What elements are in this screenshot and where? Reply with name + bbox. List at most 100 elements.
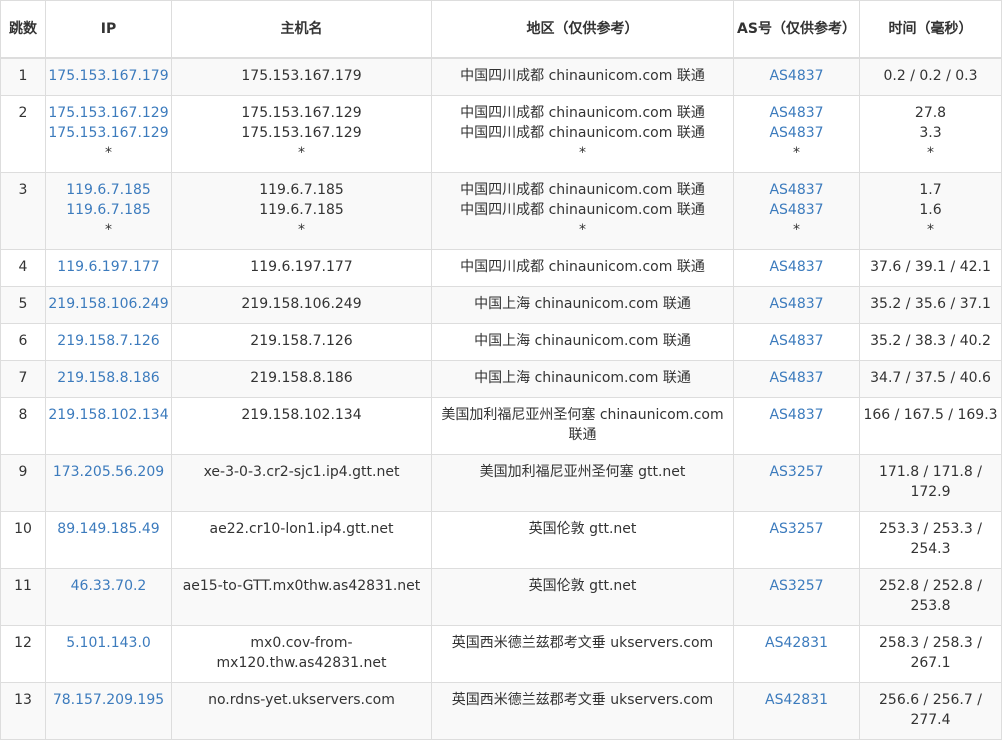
time-value: 35.2 / 35.6 / 37.1	[870, 295, 991, 312]
ip-cell: 219.158.7.126	[45, 322, 172, 361]
host-value: 219.158.102.134	[241, 406, 362, 423]
table-row: 3 119.6.7.185 119.6.7.185 * 119.6.7.185 119.6…	[0, 171, 1002, 250]
time-cell: 252.8 / 252.8 / 253.8	[859, 567, 1002, 626]
host-value: no.rdns-yet.ukservers.com	[208, 691, 395, 708]
ip-cell: 89.149.185.49	[45, 510, 172, 569]
hostname-cell: mx0.cov-from-mx120.thw.as42831.net	[171, 624, 432, 683]
ip-link[interactable]: 119.6.7.185	[48, 200, 169, 220]
host-value: 175.153.167.129	[241, 124, 362, 141]
hostname-cell: no.rdns-yet.ukservers.com	[171, 681, 432, 740]
table-row: 8 219.158.102.134 219.158.102.134 美国加利福尼亚州圣…	[0, 396, 1002, 455]
asn-link[interactable]: AS4837	[736, 405, 857, 425]
ip-link[interactable]: 119.6.197.177	[48, 257, 169, 277]
ip-cell: 175.153.167.179	[45, 57, 172, 96]
region-cell: 美国加利福尼亚州圣何塞 gtt.net	[431, 453, 734, 512]
hop-cell: 5	[0, 285, 46, 324]
asn-link[interactable]: AS4837	[736, 331, 857, 351]
no-response-marker: *	[105, 221, 112, 238]
ip-link[interactable]: 173.205.56.209	[48, 462, 169, 482]
host-value: mx0.cov-from-mx120.thw.as42831.net	[216, 634, 387, 671]
ip-cell: 175.153.167.129 175.153.167.129 *	[45, 94, 172, 173]
asn-link[interactable]: AS4837	[736, 257, 857, 277]
hop-cell: 2	[0, 94, 46, 173]
ip-link[interactable]: 219.158.106.249	[48, 294, 169, 314]
asn-cell: AS4837	[733, 322, 860, 361]
no-response-marker: *	[927, 144, 934, 161]
header-row: 跳数 IP 主机名 地区（仅供参考） AS号（仅供参考） 时间（毫秒）	[0, 0, 1002, 59]
asn-cell: AS4837	[733, 248, 860, 287]
region-value: 中国四川成都 chinaunicom.com 联通	[460, 201, 705, 218]
asn-link[interactable]: AS4837	[736, 180, 857, 200]
asn-link[interactable]: AS3257	[736, 576, 857, 596]
region-value: 中国上海 chinaunicom.com 联通	[474, 369, 691, 386]
ip-link[interactable]: 219.158.7.126	[48, 331, 169, 351]
region-cell: 中国上海 chinaunicom.com 联通	[431, 322, 734, 361]
hop-cell: 1	[0, 57, 46, 96]
hostname-cell: 219.158.106.249	[171, 285, 432, 324]
asn-link[interactable]: AS4837	[736, 368, 857, 388]
region-cell: 英国伦敦 gtt.net	[431, 510, 734, 569]
asn-link[interactable]: AS4837	[736, 123, 857, 143]
region-value: 英国西米德兰兹郡考文垂 ukservers.com	[451, 691, 714, 708]
host-value: 175.153.167.179	[241, 68, 362, 84]
asn-link[interactable]: AS42831	[736, 633, 857, 653]
time-cell: 171.8 / 171.8 / 172.9	[859, 453, 1002, 512]
asn-link[interactable]: AS4837	[736, 200, 857, 220]
time-cell: 1.7 1.6 *	[859, 171, 1002, 250]
asn-link[interactable]: AS4837	[736, 103, 857, 123]
time-value: 34.7 / 37.5 / 40.6	[870, 369, 991, 386]
table-row: 7 219.158.8.186 219.158.8.186 中国上海 chinauni…	[0, 359, 1002, 398]
asn-cell: AS4837	[733, 285, 860, 324]
asn-link[interactable]: AS42831	[736, 690, 857, 710]
time-value: 3.3	[919, 124, 942, 141]
table-row: 5 219.158.106.249 219.158.106.249 中国上海 chin…	[0, 285, 1002, 324]
time-value: 0.2 / 0.2 / 0.3	[883, 68, 978, 84]
ip-link[interactable]: 119.6.7.185	[48, 180, 169, 200]
time-value: 1.6	[919, 201, 942, 218]
ip-link[interactable]: 89.149.185.49	[48, 519, 169, 539]
host-value: 119.6.197.177	[250, 258, 353, 275]
asn-link[interactable]: AS3257	[736, 519, 857, 539]
host-value: 219.158.7.126	[250, 332, 353, 349]
no-response-marker: *	[105, 144, 112, 161]
table-row: 13 78.157.209.195 no.rdns-yet.ukservers.co…	[0, 681, 1002, 740]
ip-link[interactable]: 46.33.70.2	[48, 576, 169, 596]
region-value: 中国四川成都 chinaunicom.com 联通	[460, 181, 705, 198]
asn-cell: AS3257	[733, 453, 860, 512]
ip-cell: 119.6.197.177	[45, 248, 172, 287]
hostname-cell: ae15-to-GTT.mx0thw.as42831.net	[171, 567, 432, 626]
ip-link[interactable]: 5.101.143.0	[48, 633, 169, 653]
ip-link[interactable]: 175.153.167.129	[48, 123, 169, 143]
hop-cell: 7	[0, 359, 46, 398]
time-cell: 35.2 / 35.6 / 37.1	[859, 285, 1002, 324]
no-response-marker: *	[793, 144, 800, 161]
hop-cell: 6	[0, 322, 46, 361]
ip-link[interactable]: 219.158.102.134	[48, 405, 169, 425]
host-value: 119.6.7.185	[259, 201, 344, 218]
ip-cell: 5.101.143.0	[45, 624, 172, 683]
no-response-marker: *	[579, 144, 586, 161]
region-cell: 中国四川成都 chinaunicom.com 联通 中国四川成都 chinauni…	[431, 94, 734, 173]
region-value: 英国伦敦 gtt.net	[528, 577, 637, 594]
host-value: 219.158.106.249	[241, 295, 362, 312]
ip-link[interactable]: 175.153.167.129	[48, 103, 169, 123]
ip-link[interactable]: 175.153.167.179	[48, 66, 169, 86]
asn-link[interactable]: AS4837	[736, 66, 857, 86]
asn-link[interactable]: AS3257	[736, 462, 857, 482]
ip-link[interactable]: 219.158.8.186	[48, 368, 169, 388]
ip-cell: 78.157.209.195	[45, 681, 172, 740]
asn-cell: AS4837	[733, 57, 860, 96]
region-value: 中国四川成都 chinaunicom.com 联通	[460, 124, 705, 141]
time-cell: 256.6 / 256.7 / 277.4	[859, 681, 1002, 740]
region-cell: 英国西米德兰兹郡考文垂 ukservers.com	[431, 681, 734, 740]
region-value: 英国伦敦 gtt.net	[528, 520, 637, 537]
table-row: 1 175.153.167.179 175.153.167.179 中国四川成都 ch…	[0, 57, 1002, 96]
asn-cell: AS4837 AS4837 *	[733, 171, 860, 250]
header-hop: 跳数	[0, 0, 46, 59]
time-value: 35.2 / 38.3 / 40.2	[870, 332, 991, 349]
host-value: xe-3-0-3.cr2-sjc1.ip4.gtt.net	[203, 463, 400, 480]
asn-link[interactable]: AS4837	[736, 294, 857, 314]
hop-cell: 11	[0, 567, 46, 626]
asn-cell: AS3257	[733, 567, 860, 626]
ip-link[interactable]: 78.157.209.195	[48, 690, 169, 710]
